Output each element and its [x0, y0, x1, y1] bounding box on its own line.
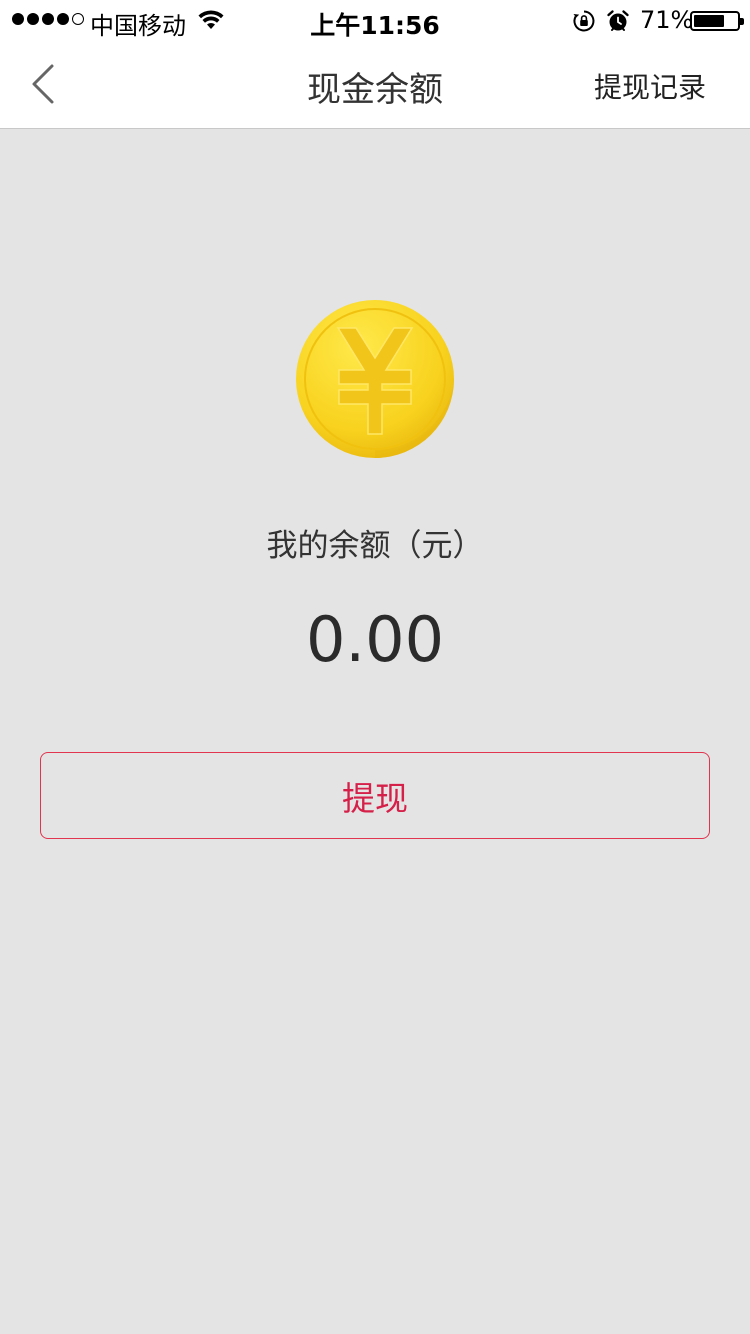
battery-fill — [694, 15, 724, 27]
main-content: 我的余额（元） 0.00 提现 — [0, 130, 750, 1334]
yuan-coin-icon — [296, 300, 454, 458]
balance-label: 我的余额（元） — [266, 528, 484, 564]
orientation-lock-icon — [573, 10, 595, 32]
balance-amount: 0.00 — [305, 603, 445, 676]
screen: 中国移动 上午11:56 71% 现金余额 提现记录 我的余额（元） 0.00 … — [0, 0, 750, 1334]
battery-icon — [690, 11, 744, 31]
alarm-icon — [607, 10, 629, 31]
top-bar: 中国移动 上午11:56 71% 现金余额 提现记录 — [0, 0, 750, 129]
withdraw-history-link[interactable]: 提现记录 — [594, 66, 706, 106]
withdraw-button[interactable]: 提现 — [40, 752, 710, 839]
status-bar: 中国移动 上午11:56 71% — [0, 0, 750, 40]
status-time: 上午11:56 — [310, 11, 440, 40]
battery-percent: 71% — [640, 6, 694, 34]
nav-bar: 现金余额 提现记录 — [0, 40, 750, 129]
